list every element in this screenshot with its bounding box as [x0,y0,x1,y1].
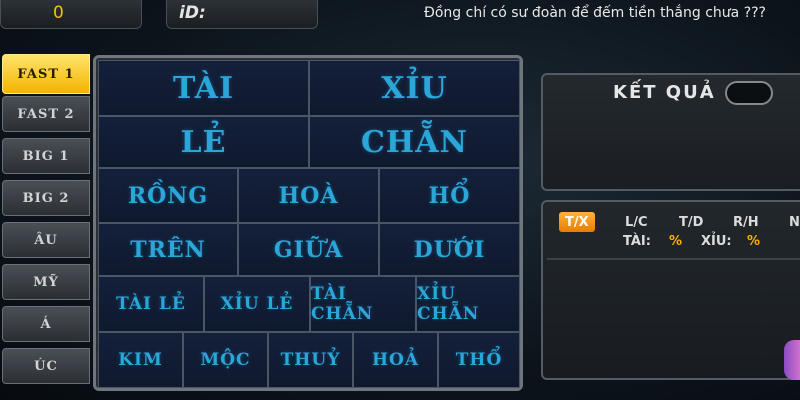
bet-tren[interactable]: TRÊN [98,223,238,276]
result-title: KẾT QUẢ [613,82,716,103]
corner-decoration-icon [784,340,800,380]
result-indicator [725,81,773,105]
bet-tai-le[interactable]: TÀI LẺ [98,276,204,332]
tab-big-2[interactable]: BIG 2 [2,180,90,216]
stat-tab-tx[interactable]: T/X [559,212,595,232]
bet-tai-chan[interactable]: TÀI CHẴN [310,276,416,332]
bet-moc[interactable]: MỘC [183,332,268,388]
bet-xiu[interactable]: XỈU [309,60,520,116]
stat-tab-n[interactable]: N [783,212,800,232]
top-bar: 0 iD: Đồng chí có sư đoàn để đếm tiền th… [0,0,800,30]
tab-a[interactable]: Á [2,306,90,342]
coin-balance: 0 [0,0,142,29]
id-label: iD: [179,3,206,23]
result-panel: KẾT QUẢ [541,73,800,191]
bet-xiu-chan[interactable]: XỈU CHẴN [416,276,520,332]
tai-label: TÀI: [623,234,651,249]
tab-big-1[interactable]: BIG 1 [2,138,90,174]
stat-tab-td[interactable]: T/D [673,212,709,232]
bet-kim[interactable]: KIM [98,332,183,388]
bet-duoi[interactable]: DƯỚI [379,223,520,276]
stat-tab-rh[interactable]: R/H [727,212,765,232]
stats-panel: T/X L/C T/D R/H N TÀI: % XỈU: % [541,200,800,380]
tab-fast-1[interactable]: FAST 1 [2,54,90,94]
bet-tai[interactable]: TÀI [98,60,309,116]
tab-my[interactable]: MỸ [2,264,90,300]
bet-hoa-fire[interactable]: HOẢ [353,332,438,388]
bet-hoa[interactable]: HOÀ [238,168,379,223]
tai-percent: % [669,234,683,249]
xiu-percent: % [747,234,761,249]
betting-board: TÀI XỈU LẺ CHẴN RỒNG HOÀ HỔ TRÊN GIỮA DƯ… [93,55,523,391]
tab-uc[interactable]: ÚC [2,348,90,384]
xiu-label: XỈU: [701,234,732,249]
coin-value: 0 [53,3,64,23]
announcement-text: Đồng chí có sư đoàn để đếm tiền thắng ch… [424,5,766,21]
stats-divider [547,258,800,260]
bet-ho[interactable]: HỔ [379,168,520,223]
bet-chan[interactable]: CHẴN [309,116,520,168]
bet-thuy[interactable]: THUỶ [268,332,353,388]
bet-giua[interactable]: GIỮA [238,223,379,276]
bet-le[interactable]: LẺ [98,116,309,168]
player-id: iD: [166,0,318,29]
bet-rong[interactable]: RỒNG [98,168,238,223]
bet-xiu-le[interactable]: XỈU LẺ [204,276,310,332]
tab-fast-2[interactable]: FAST 2 [2,96,90,132]
stat-tab-lc[interactable]: L/C [619,212,654,232]
tab-au[interactable]: ÂU [2,222,90,258]
bet-tho[interactable]: THỔ [438,332,520,388]
